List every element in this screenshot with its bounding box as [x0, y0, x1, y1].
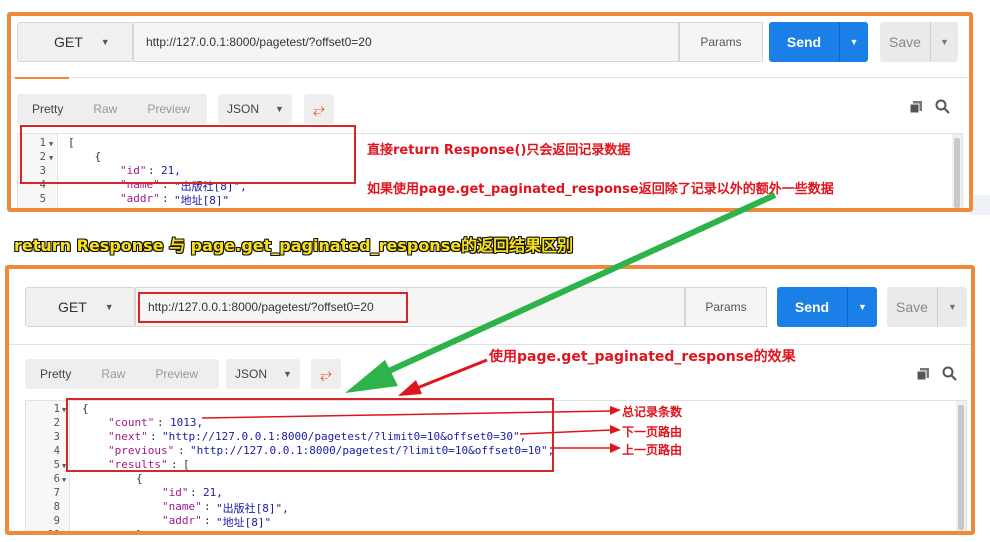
line-number: 5	[53, 459, 60, 471]
search-icon[interactable]	[935, 99, 950, 117]
colon: :	[204, 500, 211, 513]
line-number: 1	[53, 403, 60, 415]
save-label: Save	[896, 299, 928, 315]
tab-preview[interactable]: Preview	[132, 102, 205, 116]
code-line: {	[136, 472, 143, 485]
line-number: 7	[53, 487, 60, 499]
caret-down-icon: ▼	[104, 302, 114, 312]
tab-preview[interactable]: Preview	[140, 367, 213, 381]
colon: :	[190, 486, 197, 499]
highlight-box-bottom-code	[66, 398, 554, 472]
copy-icon[interactable]	[909, 100, 923, 117]
send-options-caret[interactable]: ▼	[839, 22, 868, 62]
header-divider	[9, 344, 971, 345]
tab-raw[interactable]: Raw	[86, 367, 140, 381]
tab-raw[interactable]: Raw	[78, 102, 132, 116]
json-value: "地址[8]"	[174, 194, 230, 207]
json-key: "id"	[162, 486, 189, 499]
caret-down-icon: ▼	[283, 369, 292, 379]
params-button[interactable]: Params	[679, 22, 763, 62]
active-tab-underline	[15, 77, 69, 79]
format-select[interactable]: JSON ▼	[218, 94, 292, 124]
note-effect: 使用page.get_paginated_response的效果	[489, 349, 796, 365]
save-button[interactable]: Save	[887, 287, 937, 327]
comparison-title: return Response 与 page.get_paginated_res…	[14, 236, 574, 255]
code-line: }	[136, 528, 143, 535]
url-text: http://127.0.0.1:8000/pagetest/?offset0=…	[146, 35, 372, 49]
line-number: 5	[39, 193, 46, 205]
colon: :	[162, 192, 169, 205]
view-tabs: Pretty Raw Preview	[17, 94, 207, 124]
json-key: "name"	[162, 500, 202, 513]
json-key: "addr"	[162, 514, 202, 527]
params-label: Params	[705, 300, 747, 314]
send-button[interactable]: Send	[777, 287, 847, 327]
caret-down-icon: ▼	[275, 104, 284, 114]
save-button[interactable]: Save	[880, 22, 930, 62]
send-button[interactable]: Send	[769, 22, 839, 62]
line-number: 9	[53, 515, 60, 527]
json-key: "addr"	[120, 192, 160, 205]
wrap-lines-icon[interactable]: ⥂	[311, 359, 341, 389]
url-input[interactable]: http://127.0.0.1:8000/pagetest/?offset0=…	[133, 22, 679, 62]
line-number: 10	[47, 529, 60, 535]
scrollbar-thumb[interactable]	[954, 138, 960, 208]
note-return-response: 直接return Response()只会返回记录数据	[367, 143, 631, 158]
scrollbar-thumb[interactable]	[958, 405, 964, 530]
highlight-box-url	[138, 292, 408, 323]
line-number: 8	[53, 501, 60, 513]
line-number: 4	[53, 445, 60, 457]
save-label: Save	[889, 34, 921, 50]
line-number: 2	[53, 417, 60, 429]
view-tabs: Pretty Raw Preview	[25, 359, 219, 389]
line-number: 6	[53, 473, 60, 485]
background-strip	[970, 195, 990, 215]
method-label: GET	[58, 299, 87, 315]
fold-arrow-icon[interactable]: ▼	[62, 476, 66, 484]
note-count: 总记录条数	[622, 405, 683, 419]
save-options-caret[interactable]: ▼	[937, 287, 967, 327]
tab-pretty[interactable]: Pretty	[25, 367, 86, 381]
json-value: "地址[8]"	[216, 516, 272, 529]
copy-icon[interactable]	[916, 367, 930, 384]
format-select[interactable]: JSON ▼	[226, 359, 300, 389]
send-label: Send	[786, 34, 822, 50]
colon: :	[204, 514, 211, 527]
save-options-caret[interactable]: ▼	[930, 22, 958, 62]
method-select[interactable]: GET ▼	[25, 287, 135, 327]
note-paginated: 如果使用page.get_paginated_response返回除了记录以外的…	[367, 182, 834, 197]
send-label: Send	[794, 299, 830, 315]
search-icon[interactable]	[942, 366, 957, 384]
note-previous: 上一页路由	[622, 443, 683, 457]
format-label: JSON	[227, 102, 260, 116]
method-label: GET	[54, 34, 83, 50]
header-divider	[11, 77, 969, 78]
wrap-lines-icon[interactable]: ⥂	[304, 94, 334, 124]
format-label: JSON	[235, 367, 268, 381]
params-button[interactable]: Params	[685, 287, 767, 327]
tab-pretty[interactable]: Pretty	[17, 102, 78, 116]
send-options-caret[interactable]: ▼	[847, 287, 877, 327]
highlight-box-top-code	[20, 125, 356, 184]
caret-down-icon: ▼	[100, 37, 110, 47]
json-value: 21,	[203, 486, 223, 499]
line-number: 3	[53, 431, 60, 443]
method-select[interactable]: GET ▼	[17, 22, 133, 62]
params-label: Params	[700, 35, 742, 49]
note-next: 下一页路由	[622, 425, 683, 439]
